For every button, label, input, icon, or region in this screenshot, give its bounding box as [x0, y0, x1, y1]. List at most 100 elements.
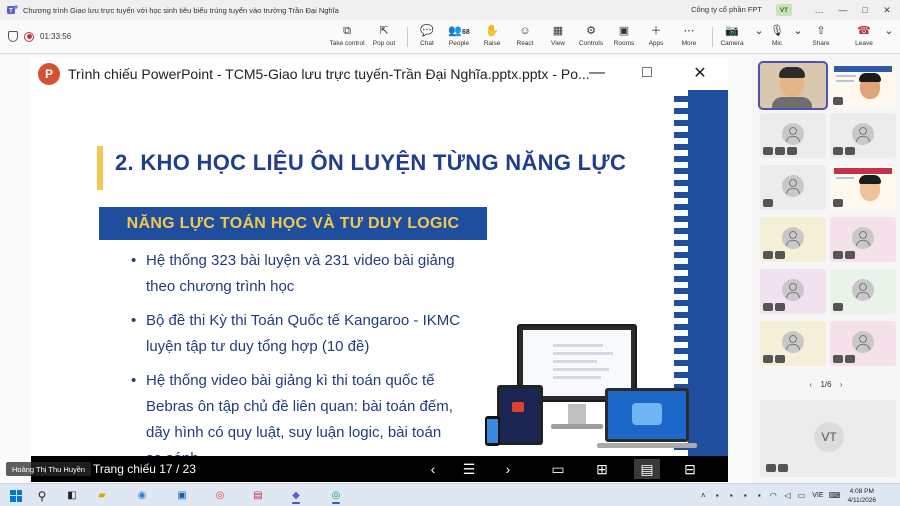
previous-slide-button[interactable]: ‹: [420, 459, 446, 479]
participant-tile[interactable]: [760, 217, 826, 262]
mic-off-icon: 🎙: [770, 25, 784, 37]
avatar-placeholder-icon: [852, 331, 874, 353]
bullet-item: Bộ đề thi Kỳ thi Toán Quốc tế Kangaroo -…: [131, 308, 461, 360]
more-button[interactable]: ⋯ More: [670, 23, 708, 51]
store-icon[interactable]: ▣: [172, 487, 192, 504]
leave-options-chevron[interactable]: ⌄: [882, 23, 896, 51]
participant-tile[interactable]: [830, 321, 896, 366]
shield-icon: [8, 31, 18, 42]
view-icon: ▦: [552, 25, 564, 37]
participant-tile[interactable]: [760, 113, 826, 158]
participant-tile[interactable]: [760, 269, 826, 314]
chrome-icon[interactable]: ◎: [210, 487, 230, 504]
take-control-button[interactable]: ⧉ Take control: [328, 23, 366, 51]
slideshow-settings-button[interactable]: ⊟: [677, 459, 703, 479]
edge-browser-icon[interactable]: ◉: [132, 487, 152, 504]
teams-taskbar-icon[interactable]: ◆: [286, 487, 306, 504]
keyboard-icon[interactable]: ⌨: [828, 491, 842, 500]
pp-maximize-button[interactable]: □: [634, 61, 660, 85]
app-icon[interactable]: ▤: [248, 487, 268, 504]
slide-bullet-list: Hệ thống 323 bài luyện và 231 video bài …: [131, 248, 461, 456]
pp-close-button[interactable]: ✕: [687, 61, 713, 85]
participants-panel: ‹ 1/6 › VT: [752, 55, 900, 483]
system-clock[interactable]: 4:08 PM 4/11/2026: [848, 487, 876, 505]
pop-out-icon: ⇱: [379, 25, 389, 37]
participant-tile-video[interactable]: [830, 165, 896, 210]
pop-out-button[interactable]: ⇱ Pop out: [365, 23, 403, 51]
slide-list-button[interactable]: ☰: [456, 459, 482, 479]
raise-hand-icon: ✋: [485, 25, 499, 37]
input-language[interactable]: VIE: [812, 492, 823, 499]
presentation-slide: 2. KHO HỌC LIỆU ÔN LUYỆN TỪNG NĂNG LỰC N…: [31, 90, 728, 456]
chevron-up-icon[interactable]: ˄: [696, 491, 710, 500]
meeting-title: Chương trình Giao lưu trực tuyến với học…: [23, 5, 339, 15]
share-icon: ⇧: [816, 25, 826, 37]
grid-view-button[interactable]: ⊞: [589, 459, 615, 479]
powerpoint-logo-icon: P: [38, 62, 60, 85]
camera-off-icon: 📷: [725, 25, 739, 37]
signal-icon: [766, 464, 776, 472]
chevron-down-icon: ⌄: [884, 25, 894, 37]
minimize-button[interactable]: —: [832, 0, 854, 20]
more-options-icon[interactable]: …: [808, 0, 830, 20]
volume-icon[interactable]: ◁: [780, 491, 794, 500]
powerpoint-title: Trình chiếu PowerPoint - TCM5-Giao lưu t…: [68, 65, 590, 82]
presenter-name-tag: Hoàng Thị Thu Huyền: [6, 462, 92, 476]
chat-icon: 💬: [420, 25, 434, 37]
search-icon[interactable]: ⚲: [32, 487, 52, 504]
maximize-button[interactable]: □: [854, 0, 876, 20]
slide-counter: Trang chiếu 17 / 23: [93, 462, 196, 476]
chevron-left-icon[interactable]: ‹: [810, 380, 813, 389]
participant-tile[interactable]: [830, 217, 896, 262]
close-button[interactable]: ✕: [876, 0, 898, 20]
task-view-icon[interactable]: ◧: [62, 487, 82, 504]
bullet-item: Hệ thống 323 bài luyện và 231 video bài …: [131, 248, 461, 300]
self-view-tile[interactable]: VT: [760, 400, 896, 477]
participant-tile[interactable]: [830, 269, 896, 314]
camera-button[interactable]: 📷 Camera: [713, 23, 751, 51]
file-explorer-icon[interactable]: ▰: [92, 487, 112, 504]
hand-icon: [787, 147, 797, 155]
participant-tile-video[interactable]: [830, 63, 896, 108]
mic-off-icon: [833, 303, 843, 311]
meeting-timer: 01:33:56: [40, 32, 72, 41]
tray-app-icon[interactable]: ▪: [724, 491, 738, 500]
page-indicator: 1/6: [820, 380, 832, 389]
recording-status: 01:33:56: [8, 31, 71, 42]
tray-app-icon[interactable]: ▪: [710, 491, 724, 500]
user-avatar[interactable]: VT: [776, 4, 792, 16]
next-slide-button[interactable]: ›: [495, 459, 521, 479]
tray-app-icon[interactable]: ▪: [738, 491, 752, 500]
presenter-view-button[interactable]: ▭: [545, 459, 571, 479]
participant-tile[interactable]: [760, 321, 826, 366]
mic-off-icon: [775, 303, 785, 311]
wifi-icon[interactable]: ◠: [766, 491, 780, 500]
people-icon: 👥68: [448, 25, 470, 37]
participant-tile-video[interactable]: [758, 61, 828, 110]
tray-app-icon[interactable]: ▪: [752, 491, 766, 500]
avatar-placeholder-icon: [782, 331, 804, 353]
participant-tile[interactable]: [760, 165, 826, 210]
powerpoint-window: P Trình chiếu PowerPoint - TCM5-Giao lưu…: [31, 57, 728, 482]
chevron-right-icon[interactable]: ›: [840, 380, 843, 389]
people-icon: [763, 147, 773, 155]
take-control-icon: ⧉: [343, 25, 351, 37]
start-button[interactable]: [6, 487, 26, 504]
people-icon: [763, 355, 773, 363]
pp-minimize-button[interactable]: —: [584, 61, 610, 85]
people-icon: [833, 251, 843, 259]
share-button[interactable]: ⇧ Share: [802, 23, 840, 51]
avatar-placeholder-icon: [852, 123, 874, 145]
leave-button[interactable]: ☎ Leave: [845, 23, 883, 51]
battery-icon[interactable]: ▭: [794, 491, 808, 500]
chrome-profile-icon[interactable]: ◎: [326, 487, 346, 504]
rooms-icon: ▣: [618, 25, 630, 37]
apps-icon: ＋: [650, 25, 662, 37]
participant-tile[interactable]: [830, 113, 896, 158]
organization-name: Công ty cổ phần FPT: [691, 5, 762, 14]
mic-off-icon: [845, 147, 855, 155]
reading-view-button[interactable]: ▤: [634, 459, 660, 479]
avatar-placeholder-icon: [782, 175, 804, 197]
windows-logo-icon: [10, 489, 22, 502]
people-icon: [833, 147, 843, 155]
